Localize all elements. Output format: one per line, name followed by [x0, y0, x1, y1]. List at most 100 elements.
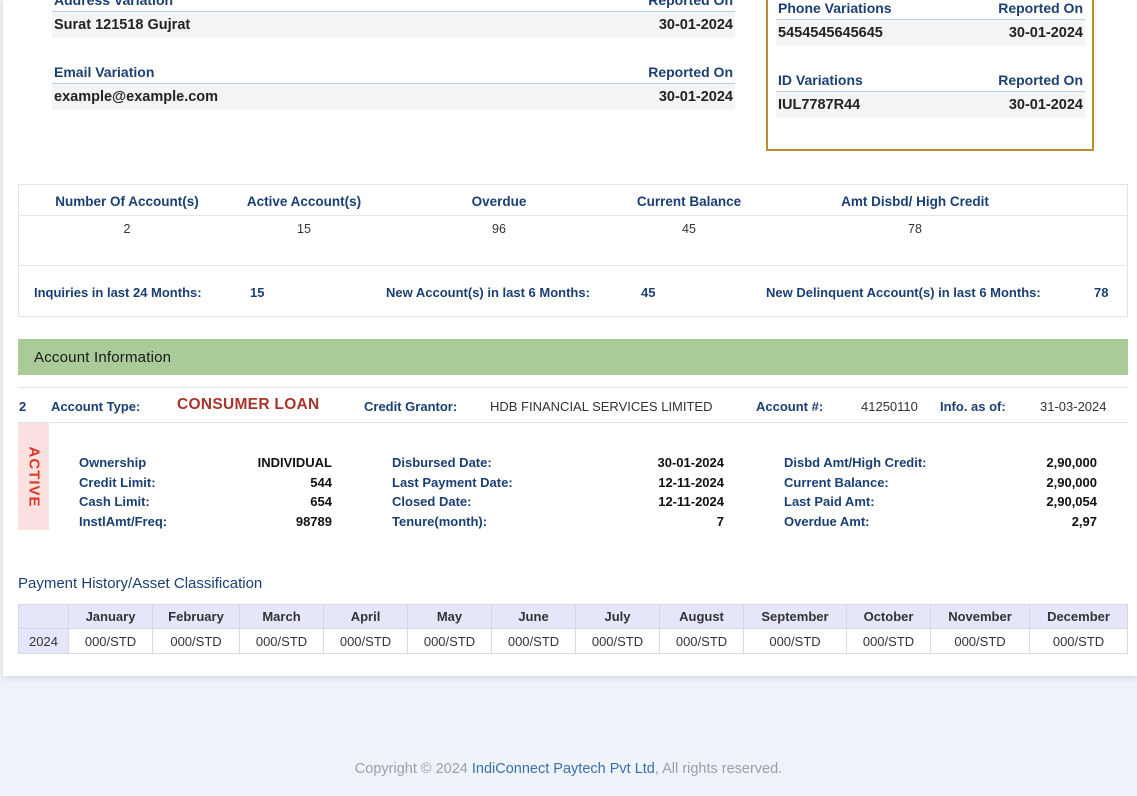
id-date: 30-01-2024 — [1008, 97, 1083, 113]
month-header: June — [491, 604, 576, 629]
phone-variation-row: 5454545645645 30-01-2024 — [776, 20, 1085, 46]
detail-col2-labels: Disbursed Date: Last Payment Date: Close… — [392, 453, 513, 531]
disbd-amt-value: 2,90,000 — [1046, 455, 1097, 470]
payment-history-table: January February March April May June Ju… — [18, 604, 1128, 654]
month-header: May — [407, 604, 492, 629]
status-cell: 000/STD — [659, 628, 744, 654]
payment-history-title: Payment History/Asset Classification — [18, 575, 263, 592]
new-accounts-value: 45 — [641, 285, 656, 300]
detail-col3-values: 2,90,000 2,90,000 2,90,054 2,97 — [977, 453, 1097, 531]
new-accounts-label: New Account(s) in last 6 Months: — [386, 285, 590, 300]
status-cell: 000/STD — [575, 628, 660, 654]
summary-value-active: 15 — [297, 222, 311, 236]
new-delinquent-value: 78 — [1094, 285, 1109, 300]
summary-value-high-credit: 78 — [908, 222, 922, 236]
ownership-label: Ownership — [79, 455, 147, 470]
current-balance-value: 2,90,000 — [1046, 474, 1097, 490]
account-summary: Number Of Account(s) Active Account(s) O… — [18, 184, 1128, 317]
last-paid-amt-value: 2,90,054 — [1046, 494, 1097, 509]
overdue-amt-label: Overdue Amt: — [784, 513, 870, 529]
instl-amt-value: 98789 — [295, 513, 332, 529]
summary-header-overdue: Overdue — [471, 194, 527, 209]
footer-copyright: Copyright © 2024 IndiConnect Paytech Pvt… — [0, 761, 1137, 777]
address-variation-block: Address Variation Reported On Surat 1215… — [52, 0, 735, 38]
email-variation-block: Email Variation Reported On example@exam… — [52, 64, 735, 110]
email-value: example@example.com — [54, 89, 219, 105]
address-date: 30-01-2024 — [658, 17, 733, 33]
tenure-value: 7 — [716, 513, 724, 529]
account-index: 2 — [19, 399, 27, 414]
month-header: December — [1029, 604, 1128, 629]
ownership-value: INDIVIDUAL — [257, 455, 332, 470]
status-cell: 000/STD — [323, 628, 408, 654]
status-cell: 000/STD — [68, 628, 153, 654]
detail-col3-labels: Disbd Amt/High Credit: Current Balance: … — [784, 453, 927, 531]
id-value: IUL7787R44 — [778, 97, 861, 113]
status-cell: 000/STD — [407, 628, 492, 654]
address-value: Surat 121518 Gujrat — [54, 17, 191, 33]
credit-limit-label: Credit Limit: — [79, 474, 156, 490]
payment-history-row: 2024 000/STD 000/STD 000/STD 000/STD 000… — [18, 628, 1128, 654]
cash-limit-value: 654 — [310, 494, 332, 509]
current-balance-label: Current Balance: — [784, 474, 889, 490]
instl-amt-label: InstlAmt/Freq: — [79, 513, 168, 529]
phone-variation-title: Phone Variations — [778, 0, 892, 16]
status-cell: 000/STD — [930, 628, 1030, 654]
new-delinquent-label: New Delinquent Account(s) in last 6 Mont… — [766, 285, 1041, 300]
disbd-amt-label: Disbd Amt/High Credit: — [784, 455, 927, 470]
reported-on-label: Reported On — [998, 72, 1083, 88]
credit-limit-value: 544 — [310, 474, 332, 490]
status-cell: 000/STD — [239, 628, 324, 654]
summary-value-overdue: 96 — [492, 222, 506, 236]
last-paid-amt-label: Last Paid Amt: — [784, 494, 875, 509]
account-type-label: Account Type: — [51, 399, 141, 414]
account-information-title: Account Information — [34, 349, 172, 366]
account-number-label: Account #: — [756, 399, 824, 414]
inquiries-value: 15 — [250, 285, 265, 300]
credit-grantor-label: Credit Grantor: — [364, 399, 458, 414]
company-link[interactable]: IndiConnect Paytech Pvt Ltd — [472, 761, 655, 777]
month-header: August — [659, 604, 744, 629]
account-row: 2 Account Type: CONSUMER LOAN Credit Gra… — [18, 387, 1128, 423]
summary-divider — [19, 215, 1127, 216]
summary-value-accounts: 2 — [123, 222, 131, 236]
month-header: September — [743, 604, 847, 629]
closed-date-value: 12-11-2024 — [658, 494, 724, 509]
account-status-text: ACTIVE — [25, 445, 42, 508]
email-date: 30-01-2024 — [658, 89, 733, 105]
address-variation-row: Surat 121518 Gujrat 30-01-2024 — [52, 12, 735, 38]
id-variation-header: ID Variations Reported On — [776, 72, 1085, 92]
phone-date: 30-01-2024 — [1008, 25, 1083, 41]
copyright-suffix: , All rights reserved. — [654, 761, 783, 777]
status-cell: 000/STD — [846, 628, 931, 654]
address-variation-title: Address Variation — [54, 0, 174, 8]
month-header: March — [239, 604, 324, 629]
overdue-amt-value: 2,97 — [1071, 513, 1097, 529]
month-header: July — [575, 604, 660, 629]
account-information-header: Account Information — [18, 339, 1128, 375]
info-as-of-value: 31-03-2024 — [1040, 399, 1107, 414]
summary-value-balance: 45 — [682, 222, 696, 236]
payment-history-header-row: January February March April May June Ju… — [18, 604, 1128, 629]
detail-col2-values: 30-01-2024 12-11-2024 12-11-2024 7 — [604, 453, 725, 531]
phone-variation-block: Phone Variations Reported On 54545456456… — [776, 0, 1085, 46]
status-cell: 000/STD — [491, 628, 576, 654]
status-cell: 000/STD — [152, 628, 240, 654]
summary-header-accounts: Number Of Account(s) — [55, 194, 199, 209]
credit-grantor-value: HDB FINANCIAL SERVICES LIMITED — [490, 399, 713, 414]
disbursed-date-label: Disbursed Date: — [392, 455, 492, 470]
inquiries-label: Inquiries in last 24 Months: — [34, 285, 202, 300]
month-header: January — [68, 604, 153, 629]
copyright-prefix: Copyright © 2024 — [354, 761, 472, 777]
id-variation-title: ID Variations — [778, 72, 863, 88]
last-payment-date-value: 12-11-2024 — [658, 474, 724, 490]
account-status-badge: ACTIVE — [18, 423, 49, 530]
status-cell: 000/STD — [743, 628, 847, 654]
last-payment-date-label: Last Payment Date: — [392, 474, 513, 490]
id-variation-block: ID Variations Reported On IUL7787R44 30-… — [776, 72, 1085, 118]
closed-date-label: Closed Date: — [392, 494, 472, 509]
month-header: October — [846, 604, 931, 629]
year-cell: 2024 — [18, 628, 69, 654]
summary-divider — [19, 265, 1127, 266]
cash-limit-label: Cash Limit: — [79, 494, 150, 509]
